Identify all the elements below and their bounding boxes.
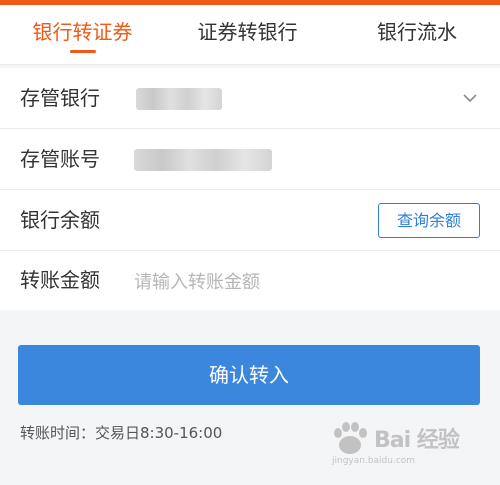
custodian-bank-label: 存管银行 [20, 86, 100, 110]
transfer-form: 存管银行 存管账号 银行余额 查询余额 转账金额 [0, 68, 500, 310]
transfer-amount-input[interactable] [134, 265, 464, 299]
bank-balance-label: 银行余额 [20, 208, 100, 232]
watermark-url: jingyan.baidu.com [332, 456, 416, 466]
transfer-time-hint: 转账时间：交易日8:30-16:00 [20, 424, 223, 442]
watermark-text: Bai 经验 [374, 428, 460, 453]
custodian-account-row: 存管账号 [0, 129, 500, 190]
custodian-account-label: 存管账号 [20, 147, 100, 171]
bank-balance-row: 银行余额 查询余额 [0, 190, 500, 251]
baidu-paw-icon [334, 422, 367, 454]
baidu-watermark: Bai 经验 jingyan.baidu.com [328, 418, 478, 468]
tab-bar: 银行转证券 证券转银行 银行流水 [0, 5, 500, 65]
confirm-transfer-button[interactable]: 确认转入 [18, 345, 480, 405]
query-balance-button[interactable]: 查询余额 [378, 203, 480, 238]
transfer-amount-label: 转账金额 [20, 268, 100, 292]
transfer-amount-row: 转账金额 [0, 251, 500, 310]
tab-bank-statement[interactable]: 银行流水 [362, 5, 472, 64]
custodian-bank-row[interactable]: 存管银行 [0, 68, 500, 129]
chevron-down-icon[interactable] [462, 90, 478, 106]
custodian-bank-value-blurred [136, 88, 222, 110]
active-tab-indicator [70, 50, 96, 53]
custodian-account-value-blurred [134, 149, 272, 171]
tab-securities-to-bank[interactable]: 证券转银行 [185, 5, 310, 64]
tab-bank-to-securities[interactable]: 银行转证券 [20, 5, 145, 64]
